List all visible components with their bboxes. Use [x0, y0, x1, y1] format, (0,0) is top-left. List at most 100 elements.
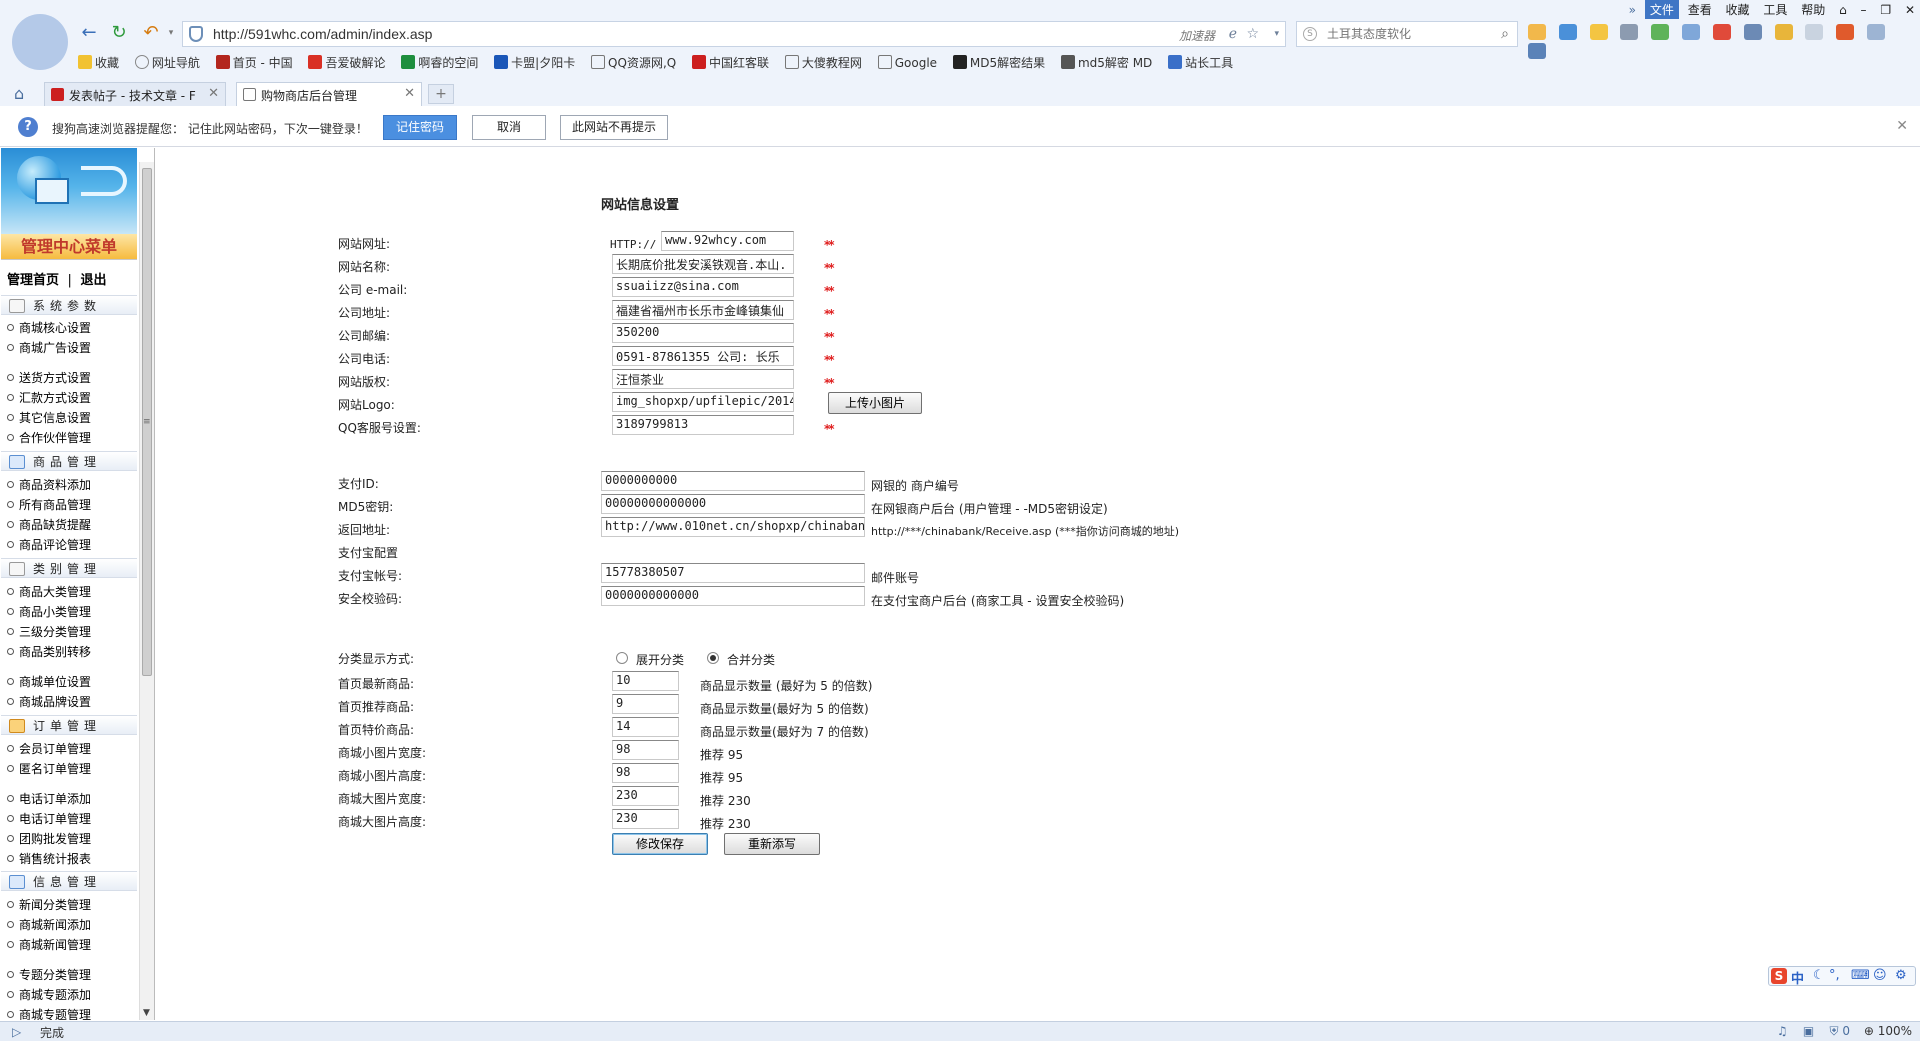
game-icon[interactable] — [1651, 24, 1670, 40]
merge-category-radio[interactable] — [707, 652, 719, 664]
menu-item[interactable]: 商城核心设置 — [7, 319, 91, 336]
alipay-account-input[interactable]: 15778380507 — [601, 563, 865, 583]
back-arrow-icon[interactable]: ← — [78, 22, 100, 44]
notes-icon[interactable] — [1589, 24, 1608, 40]
home-icon[interactable]: ⌂ — [14, 84, 24, 103]
sound-icon[interactable]: ♫ — [1777, 1024, 1788, 1038]
expand-category-radio[interactable] — [616, 652, 628, 664]
minimize-icon[interactable]: – — [1856, 2, 1872, 18]
scroll-down-icon[interactable]: ▼ — [143, 1008, 150, 1018]
menu-item[interactable]: 新闻分类管理 — [7, 896, 91, 913]
bookmark-item[interactable]: 卡盟|夕阳卡 — [494, 54, 575, 71]
upload-image-button[interactable]: 上传小图片 — [828, 392, 922, 414]
sogou-icon[interactable] — [1836, 24, 1855, 40]
search-box[interactable]: S ⌕ — [1296, 21, 1518, 47]
bookmark-item[interactable]: MD5解密结果 — [952, 54, 1045, 71]
menu-item[interactable]: 三级分类管理 — [7, 623, 91, 640]
menu-item[interactable]: 专题分类管理 — [7, 966, 91, 983]
site-url-input[interactable]: www.92whcy.com — [661, 231, 794, 251]
menu-item[interactable]: 商品缺货提醒 — [7, 516, 91, 533]
menu-help[interactable]: 帮助 — [1796, 0, 1830, 19]
section-info[interactable]: 信息管理 — [1, 871, 137, 891]
menu-favorites[interactable]: 收藏 — [1721, 0, 1755, 19]
emoji-icon[interactable] — [1867, 24, 1886, 40]
large-image-height-input[interactable]: 230 — [612, 809, 679, 829]
menu-item[interactable]: 商品小类管理 — [7, 603, 91, 620]
ime-user-icon[interactable]: ☺ — [1873, 968, 1887, 983]
menu-item[interactable]: 匿名订单管理 — [7, 760, 91, 777]
postcode-input[interactable]: 350200 — [612, 323, 794, 343]
logo-input[interactable]: img_shopxp/upfilepic/20142222 — [612, 392, 794, 412]
menu-item[interactable]: 销售统计报表 — [7, 850, 91, 867]
skin-shirt-icon[interactable]: ⌂ — [1834, 2, 1852, 18]
bookmark-item[interactable]: 首页 - 中国 — [215, 54, 293, 71]
shield-status-icon[interactable]: ⛨ — [1830, 1024, 1839, 1038]
close-tab-icon[interactable]: ✕ — [404, 86, 415, 101]
logout-link[interactable]: 退出 — [80, 273, 106, 288]
skin-icon[interactable] — [1528, 24, 1546, 40]
save-button[interactable]: 修改保存 — [612, 833, 708, 855]
screenshot-scissors-icon[interactable] — [1620, 24, 1639, 40]
cancel-button[interactable]: 取消 — [472, 115, 546, 140]
menu-item[interactable]: 电话订单管理 — [7, 810, 91, 827]
close-icon[interactable]: ✕ — [1896, 118, 1908, 134]
menu-item[interactable]: 商城专题管理 — [7, 1006, 91, 1020]
cloud-icon[interactable] — [1682, 24, 1701, 40]
menu-file[interactable]: 文件 — [1644, 0, 1679, 19]
download-manager-icon[interactable]: ▣ — [1803, 1024, 1814, 1038]
reset-button[interactable]: 重新添写 — [724, 833, 820, 855]
menu-item[interactable]: 合作伙伴管理 — [7, 429, 91, 446]
large-image-width-input[interactable]: 230 — [612, 786, 679, 806]
bookmark-item[interactable]: 网址导航 — [134, 54, 200, 71]
small-image-height-input[interactable]: 98 — [612, 763, 679, 783]
special-products-input[interactable]: 14 — [612, 717, 679, 737]
user-avatar[interactable] — [12, 14, 68, 70]
md5-key-input[interactable]: 00000000000000 — [601, 494, 865, 514]
ime-punct-icon[interactable]: °, — [1829, 968, 1840, 983]
alipay-key-input[interactable]: 0000000000000 — [601, 586, 865, 606]
ime-toolbar[interactable]: S 中 ☾ °, ⌨ ☺ ⚙ — [1768, 966, 1916, 987]
menu-item[interactable]: 商城新闻添加 — [7, 916, 91, 933]
bookmark-item[interactable]: Google — [877, 55, 937, 70]
copyright-input[interactable]: 汪恒茶业 — [612, 369, 794, 389]
address-input[interactable]: 福建省福州市长乐市金峰镇集仙村新 — [612, 300, 794, 320]
site-name-input[interactable]: 长期底价批发安溪铁观音.本山.黄金 — [612, 254, 794, 274]
menu-item[interactable]: 商品类别转移 — [7, 643, 91, 660]
undo-icon[interactable]: ↶ — [140, 22, 162, 44]
menu-item[interactable]: 商品大类管理 — [7, 583, 91, 600]
download-icon[interactable] — [1528, 43, 1546, 59]
search-icon[interactable]: ⌕ — [1501, 26, 1509, 42]
menu-item[interactable]: 商城广告设置 — [7, 339, 91, 356]
menu-item[interactable]: 所有商品管理 — [7, 496, 91, 513]
section-system[interactable]: 系统参数 — [1, 295, 137, 315]
bookmark-item[interactable]: 收藏 — [78, 54, 119, 71]
email-input[interactable]: ssuaiizz@sina.com — [612, 277, 794, 297]
remember-password-button[interactable]: 记住密码 — [383, 115, 457, 140]
return-url-input[interactable]: http://www.010net.cn/shopxp/chinabank — [601, 517, 865, 537]
bookmark-item[interactable]: 啊睿的空间 — [401, 54, 478, 71]
menu-item[interactable]: 商城专题添加 — [7, 986, 91, 1003]
ime-language-label[interactable]: 中 — [1791, 968, 1804, 987]
menu-item[interactable]: 会员订单管理 — [7, 740, 91, 757]
key-icon[interactable] — [1774, 24, 1793, 40]
bookmark-star-icon[interactable] — [1558, 24, 1577, 40]
broom-icon[interactable] — [1805, 24, 1824, 40]
bookmark-item[interactable]: 站长工具 — [1168, 54, 1233, 71]
tab-admin[interactable]: 购物商店后台管理 ✕ — [236, 82, 422, 106]
tab-post[interactable]: 发表帖子 - 技术文章 - F ✕ — [44, 82, 226, 106]
favorite-star-icon[interactable]: ☆ — [1246, 26, 1259, 42]
refresh-icon[interactable]: ↻ — [108, 22, 130, 44]
ime-settings-icon[interactable]: ⚙ — [1895, 968, 1907, 983]
latest-products-input[interactable]: 10 — [612, 671, 679, 691]
section-products[interactable]: 商品管理 — [1, 451, 137, 471]
weibo-icon[interactable] — [1712, 24, 1731, 40]
search-engine-icon[interactable]: S — [1303, 27, 1317, 41]
sogou-ime-icon[interactable]: S — [1771, 968, 1787, 984]
menu-expand-icon[interactable]: » — [1624, 2, 1641, 18]
restore-icon[interactable]: ❐ — [1875, 2, 1896, 18]
menu-item[interactable]: 商品资料添加 — [7, 476, 91, 493]
bookmark-item[interactable]: QQ资源网,Q — [591, 54, 676, 71]
section-orders[interactable]: 订单管理 — [1, 715, 137, 735]
menu-item[interactable]: 商城新闻管理 — [7, 936, 91, 953]
ime-moon-icon[interactable]: ☾ — [1813, 968, 1825, 983]
